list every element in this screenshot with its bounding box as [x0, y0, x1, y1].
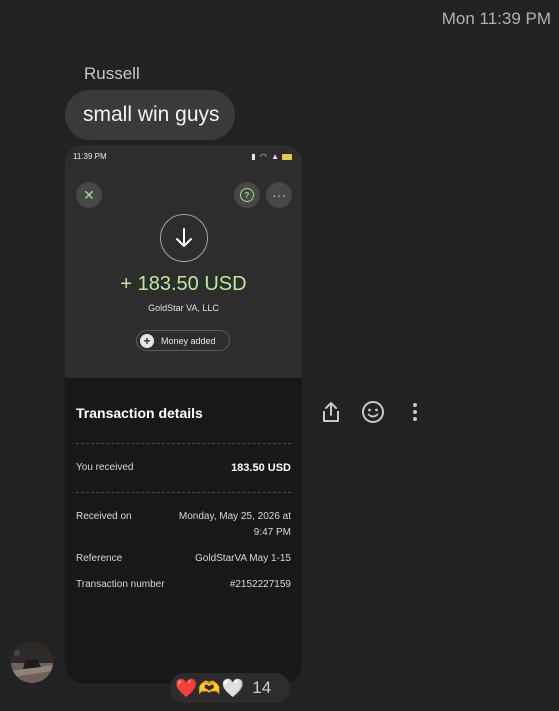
reaction-count: 14 [252, 678, 272, 697]
more-options-icon[interactable] [401, 398, 429, 426]
white-heart-reaction[interactable]: 🤍 [222, 678, 244, 698]
plus-icon: + [140, 333, 154, 348]
sender-name: Russell [84, 64, 140, 83]
battery-icon [282, 153, 292, 160]
row-value-received: 183.50 USD [231, 462, 291, 474]
heart-hands-reaction[interactable]: 🫶 [198, 678, 220, 698]
divider [76, 492, 291, 493]
divider [76, 443, 291, 444]
transaction-details-title: Transaction details [76, 405, 203, 421]
row-label-received-on: Received on [76, 511, 132, 522]
row-value-transaction-number: #2152227159 [229, 579, 291, 590]
share-icon[interactable] [317, 398, 345, 426]
emoji-icon[interactable] [359, 398, 387, 426]
attached-screenshot[interactable]: 11:39 PM ▮ ◠ ▲ ✕ ? ··· + 183.50 USD Gold… [65, 145, 302, 683]
row-label-received: You received [76, 462, 134, 473]
received-on-time: 9:47 PM [253, 527, 291, 538]
transaction-amount: + 183.50 USD [120, 273, 247, 295]
row-value-reference: GoldStarVA May 1-15 [195, 553, 291, 564]
message-timestamp: Mon 11:39 PM [441, 9, 551, 28]
row-label-transaction-number: Transaction number [76, 579, 165, 590]
money-added-chip: + Money added [136, 330, 230, 351]
download-arrow-icon [160, 214, 208, 262]
close-icon: ✕ [76, 182, 102, 208]
avatar[interactable] [11, 641, 53, 683]
merchant-name: GoldStar VA, LLC [148, 303, 219, 313]
status-time: 11:39 PM [73, 152, 107, 161]
row-label-reference: Reference [76, 553, 123, 564]
screenshot-header: 11:39 PM ▮ ◠ ▲ ✕ ? ··· + 183.50 USD Gold… [65, 145, 302, 378]
status-icons: ▮ ◠ ▲ [251, 152, 292, 161]
heart-reaction[interactable]: ❤️ [175, 678, 197, 698]
message-text: small win guys [83, 103, 220, 126]
message-bubble[interactable]: small win guys [65, 90, 235, 140]
chip-label: Money added [161, 335, 216, 346]
more-icon: ··· [266, 182, 292, 208]
reactions-bar[interactable]: ❤️ 🫶 🤍 14 [170, 673, 290, 703]
received-on-date: Monday, May 25, 2026 at [178, 511, 291, 522]
row-value-received-on: Monday, May 25, 2026 at 9:47 PM [179, 509, 291, 541]
help-icon: ? [234, 182, 260, 208]
